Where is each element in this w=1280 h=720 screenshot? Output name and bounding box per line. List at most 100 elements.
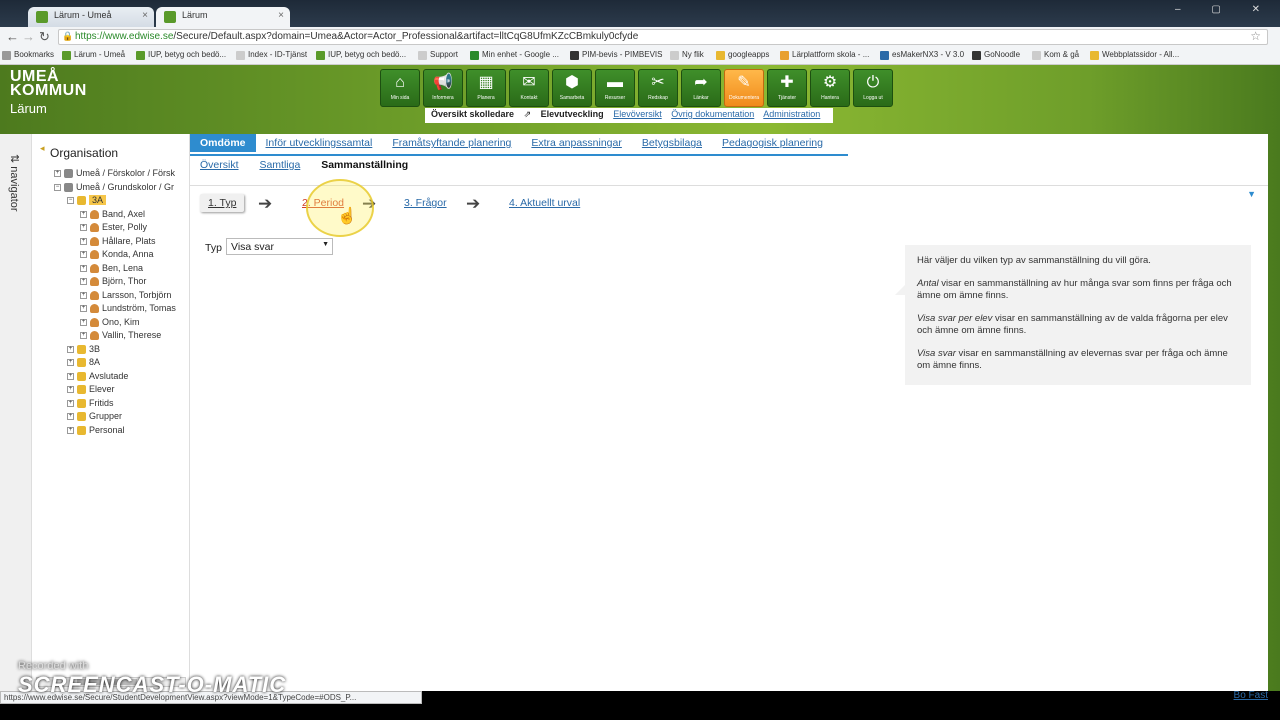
tab-betygsbilaga[interactable]: Betygsbilaga [632, 134, 712, 152]
nav-planera[interactable]: ▦ Planera [466, 69, 506, 107]
calendar-icon: ▦ [478, 74, 494, 91]
tab-pedagogisk-planering[interactable]: Pedagogisk planering [712, 134, 833, 152]
tree-node-forskolor[interactable]: + Umeå / Förskolor / Försk [54, 168, 175, 179]
bookmark-item[interactable]: Kom & gå [1032, 50, 1079, 60]
navigator-toggle[interactable]: ⇅ navigator ◂ ◂ ◂ ◂ [0, 134, 43, 704]
chevron-down-icon[interactable]: ▼ [1247, 189, 1256, 199]
close-tab-icon[interactable]: × [142, 10, 148, 21]
tab-infor-utvecklingssamtal[interactable]: Inför utvecklingssamtal [256, 134, 383, 152]
nav-lankar[interactable]: ➦ Länkar [681, 69, 721, 107]
tree-node-student[interactable]: + Hållare, Plats [80, 236, 156, 247]
nav-redskap[interactable]: ✂ Redskap [638, 69, 678, 107]
group-icon [77, 196, 86, 206]
bookmark-star-icon[interactable]: ☆ [1250, 29, 1261, 43]
tab-framatsyftande-planering[interactable]: Framåtsyftande planering [382, 134, 521, 152]
step-aktuellt-urval[interactable]: 4. Aktuellt urval [501, 194, 588, 212]
bookmark-item[interactable]: googleapps [716, 50, 769, 60]
forward-icon[interactable]: → [22, 29, 35, 44]
nav-tjanster[interactable]: ✚ Tjänster [767, 69, 807, 107]
tree-node-grundskolor[interactable]: − Umeå / Grundskolor / Gr [54, 182, 174, 193]
collapse-arrow-icon[interactable]: ◂ [40, 143, 45, 154]
bookmark-item[interactable]: Index - ID-Tjänst [236, 50, 307, 60]
tree-node-student[interactable]: + Ben, Lena [80, 263, 143, 274]
expand-icon: + [80, 211, 87, 219]
bookmark-item[interactable]: esMakerNX3 - V 3.0 [880, 50, 964, 60]
window-controls[interactable]: – ▢ ✕ [1175, 4, 1274, 15]
nav-min-sida[interactable]: ⌂ Min sida [380, 69, 420, 107]
bookmark-item[interactable]: Lärplattform skola - ... [780, 50, 869, 60]
tree-node-student[interactable]: + Vallin, Therese [80, 330, 161, 341]
collapse-icon: − [54, 184, 61, 192]
bo-fast-link[interactable]: Bo Fast [1234, 690, 1268, 701]
share-icon: ➦ [694, 74, 708, 91]
address-bar[interactable]: 🔒 https://www.edwise.se/Secure/Default.a… [58, 29, 1268, 45]
close-tab-icon[interactable]: × [278, 10, 284, 21]
person-icon [90, 318, 99, 328]
bookmark-item[interactable]: Lärum - Umeå [62, 50, 125, 60]
umea-kommun-logo[interactable]: UMEÅ KOMMUN Lärum [10, 69, 87, 116]
tree-node-3b[interactable]: +3B [67, 344, 100, 355]
tree-node-student[interactable]: + Larsson, Torbjörn [80, 290, 171, 301]
tree-node-student[interactable]: + Band, Axel [80, 209, 145, 220]
bookmark-item[interactable]: Min enhet - Google ... [470, 50, 559, 60]
typ-select[interactable]: Visa svar ▼ [226, 238, 333, 255]
group-icon [77, 372, 86, 382]
tree-node-grupper[interactable]: + Grupper [67, 411, 122, 422]
help-paragraph: Visa svar per elev visar en sammanställn… [917, 313, 1228, 336]
browser-tab-larum[interactable]: Lärum × [156, 7, 290, 27]
tree-node-elever[interactable]: + Elever [67, 384, 115, 395]
bookmark-item[interactable]: IUP, betyg och bedö... [136, 50, 226, 60]
person-icon [90, 277, 99, 287]
tree-node-personal[interactable]: + Personal [67, 425, 125, 436]
subnav-elevutveckling[interactable]: Elevutveckling [541, 109, 604, 119]
nav-dokumentera[interactable]: ✎ Dokumentera [724, 69, 764, 107]
tree-node-student[interactable]: + Björn, Thor [80, 276, 146, 287]
person-icon [90, 237, 99, 247]
bookmark-item[interactable]: GoNoodle [972, 50, 1020, 60]
gear-icon: ⚙ [822, 74, 838, 91]
expand-icon: + [80, 278, 87, 286]
organisation-icon [64, 169, 73, 179]
subnav-ovrig-dokumentation[interactable]: Övrig dokumentation [671, 109, 754, 119]
tree-node-student[interactable]: + Lundström, Tomas [80, 303, 176, 314]
subtab-oversikt[interactable]: Översikt [200, 159, 239, 171]
tree-node-student[interactable]: + Konda, Anna [80, 249, 154, 260]
hand-cursor-icon: ☝ [337, 208, 357, 225]
nav-hantera[interactable]: ⚙ Hantera [810, 69, 850, 107]
tree-node-student[interactable]: + Ester, Polly [80, 222, 147, 233]
tab-omdome[interactable]: Omdöme [190, 134, 256, 152]
subtab-samtliga[interactable]: Samtliga [259, 159, 300, 171]
person-icon [90, 223, 99, 233]
subtab-sammanstallning[interactable]: Sammanställning [321, 159, 408, 171]
bookmark-item[interactable]: PIM-bevis - PIMBEVIS [570, 50, 662, 60]
bookmark-item[interactable]: Webbplatssidor - All... [1090, 50, 1179, 60]
back-icon[interactable]: ← [6, 29, 19, 44]
tree-node-avslutade[interactable]: + Avslutade [67, 371, 128, 382]
bookmark-item[interactable]: Support [418, 50, 458, 60]
tree-node-fritids[interactable]: + Fritids [67, 398, 114, 409]
bookmark-item[interactable]: Ny flik [670, 50, 704, 60]
nav-resurser[interactable]: ▬ Resurser [595, 69, 635, 107]
bookmark-item[interactable]: Bookmarks [2, 50, 54, 60]
mail-icon: ✉ [522, 74, 536, 91]
tab-extra-anpassningar[interactable]: Extra anpassningar [521, 134, 631, 152]
step-typ[interactable]: 1. Typ [200, 194, 245, 212]
larum-favicon-icon [36, 11, 48, 23]
browser-tab-larum-umea[interactable]: Lärum - Umeå × [28, 7, 154, 27]
subnav-elevoversikt[interactable]: Elevöversikt [613, 109, 662, 119]
reload-icon[interactable]: ↻ [39, 29, 50, 45]
tree-node-3a[interactable]: −3A [67, 195, 107, 206]
nav-samarbeta[interactable]: ⬢ Samarbeta [552, 69, 592, 107]
organisation-tree: ◂ Organisation + Umeå / Förskolor / Försk … [32, 134, 190, 691]
nav-logga-ut[interactable]: ⏻ Logga ut [853, 69, 893, 107]
bookmark-item[interactable]: IUP, betyg och bedö... [316, 50, 406, 60]
arrow-right-icon: ➔ [466, 194, 481, 213]
tree-node-8a[interactable]: +8A [67, 357, 100, 368]
step-fragor[interactable]: 3. Frågor [396, 194, 455, 212]
subnav-administration[interactable]: Administration [763, 109, 820, 119]
help-intro: Här väljer du vilken typ av sammanställn… [917, 255, 1151, 266]
tree-node-student[interactable]: + Ono, Kim [80, 317, 140, 328]
nav-kontakt[interactable]: ✉ Kontakt [509, 69, 549, 107]
subnav-oversikt-skolledare[interactable]: Översikt skolledare [431, 109, 514, 119]
nav-informera[interactable]: 📢 Informera [423, 69, 463, 107]
